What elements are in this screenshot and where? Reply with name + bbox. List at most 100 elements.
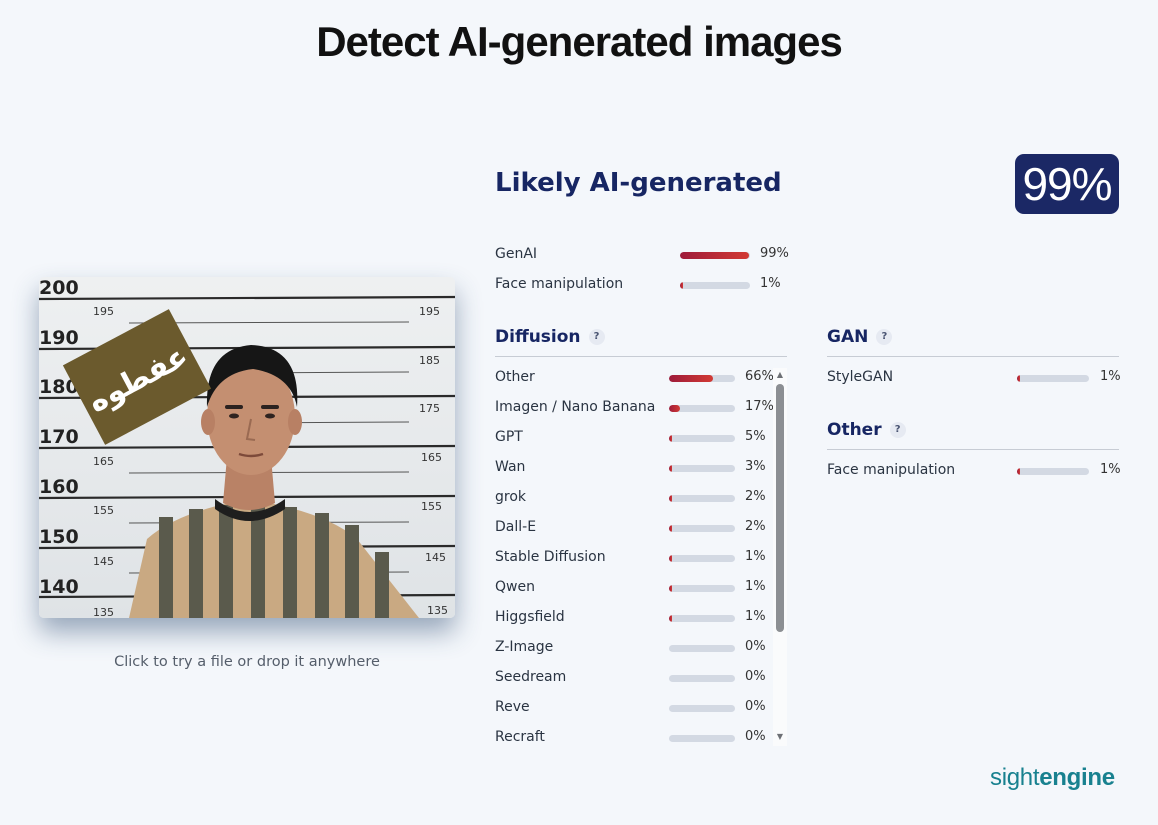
mark-200: 200 bbox=[39, 277, 79, 299]
diffusion-row: Recraft 0% bbox=[495, 729, 773, 749]
summary-row: Face manipulation 1% bbox=[495, 276, 795, 296]
sightengine-logo[interactable]: sightengine bbox=[990, 764, 1115, 792]
diffusion-row: GPT 5% bbox=[495, 429, 773, 449]
diffusion-bar bbox=[669, 705, 735, 712]
mugshot-photo: 200 190 180 170 160 150 140 195 165 155 … bbox=[39, 277, 455, 618]
verdict-title: Likely AI-generated bbox=[495, 168, 782, 198]
diffusion-row: Other 66% bbox=[495, 369, 774, 389]
gan-percent: 1% bbox=[1100, 369, 1121, 384]
gan-help-icon[interactable]: ? bbox=[876, 329, 893, 345]
gan-title: GAN bbox=[827, 327, 869, 347]
diffusion-bar bbox=[669, 375, 735, 382]
diffusion-scrollbar[interactable]: ▲ ▼ bbox=[773, 368, 787, 746]
diffusion-label: Qwen bbox=[495, 579, 535, 595]
other-row: Face manipulation 1% bbox=[827, 462, 1121, 482]
page-title: Detect AI-generated images bbox=[316, 18, 843, 65]
diffusion-bar bbox=[669, 465, 735, 472]
mark-right-165: 165 bbox=[421, 451, 442, 464]
mark-160: 160 bbox=[39, 476, 79, 498]
mark-left-155: 155 bbox=[93, 504, 114, 517]
scroll-thumb[interactable] bbox=[776, 384, 784, 632]
scroll-up-icon[interactable]: ▲ bbox=[773, 368, 787, 382]
diffusion-bar bbox=[669, 585, 735, 592]
diffusion-percent: 0% bbox=[745, 699, 766, 714]
summary-bar bbox=[680, 282, 750, 289]
mark-left-145: 145 bbox=[93, 555, 114, 568]
scroll-down-icon[interactable]: ▼ bbox=[773, 730, 787, 744]
diffusion-bar bbox=[669, 735, 735, 742]
summary-label: GenAI bbox=[495, 246, 538, 262]
diffusion-row: Dall-E 2% bbox=[495, 519, 773, 539]
mark-left-195: 195 bbox=[93, 305, 114, 318]
diffusion-label: Other bbox=[495, 369, 535, 385]
diffusion-bar-fill bbox=[669, 525, 672, 532]
score-badge: 99% bbox=[1015, 154, 1119, 214]
summary-bar bbox=[680, 252, 750, 259]
mark-right-145: 145 bbox=[425, 551, 446, 564]
summary-row: GenAI 99% bbox=[495, 246, 795, 266]
diffusion-bar bbox=[669, 405, 735, 412]
diffusion-percent: 1% bbox=[745, 549, 766, 564]
other-title: Other bbox=[827, 420, 882, 440]
summary-percent: 99% bbox=[760, 246, 789, 261]
diffusion-row: Z-Image 0% bbox=[495, 639, 773, 659]
diffusion-label: Wan bbox=[495, 459, 526, 475]
diffusion-label: Higgsfield bbox=[495, 609, 565, 625]
diffusion-bar-fill bbox=[669, 375, 713, 382]
diffusion-row: grok 2% bbox=[495, 489, 773, 509]
gan-label: StyleGAN bbox=[827, 369, 894, 385]
diffusion-percent: 66% bbox=[745, 369, 774, 384]
diffusion-bar bbox=[669, 525, 735, 532]
diffusion-bar-fill bbox=[669, 405, 681, 412]
diffusion-percent: 0% bbox=[745, 669, 766, 684]
diffusion-row: Imagen / Nano Banana 17% bbox=[495, 399, 774, 419]
diffusion-bar-fill bbox=[669, 585, 672, 592]
uploaded-image-dropzone[interactable]: 200 190 180 170 160 150 140 195 165 155 … bbox=[39, 277, 455, 618]
diffusion-percent: 17% bbox=[745, 399, 774, 414]
diffusion-percent: 0% bbox=[745, 729, 766, 744]
gan-row: StyleGAN 1% bbox=[827, 369, 1121, 389]
diffusion-percent: 0% bbox=[745, 639, 766, 654]
diffusion-bar bbox=[669, 675, 735, 682]
mark-right-155: 155 bbox=[421, 500, 442, 513]
other-divider bbox=[827, 449, 1119, 450]
diffusion-title: Diffusion bbox=[495, 327, 581, 347]
diffusion-label: Imagen / Nano Banana bbox=[495, 399, 656, 415]
diffusion-row: Wan 3% bbox=[495, 459, 773, 479]
other-bar-fill bbox=[1017, 468, 1020, 475]
diffusion-percent: 1% bbox=[745, 579, 766, 594]
diffusion-label: Reve bbox=[495, 699, 530, 715]
summary-bar-fill bbox=[680, 282, 683, 289]
gan-heading: GAN? bbox=[827, 327, 893, 347]
gan-divider bbox=[827, 356, 1119, 357]
mark-190: 190 bbox=[39, 327, 79, 349]
diffusion-percent: 2% bbox=[745, 519, 766, 534]
diffusion-bar bbox=[669, 615, 735, 622]
diffusion-label: GPT bbox=[495, 429, 523, 445]
diffusion-row: Seedream 0% bbox=[495, 669, 773, 689]
diffusion-bar bbox=[669, 495, 735, 502]
other-help-icon[interactable]: ? bbox=[889, 422, 906, 438]
other-heading: Other? bbox=[827, 420, 906, 440]
diffusion-label: Stable Diffusion bbox=[495, 549, 606, 565]
mark-right-185: 185 bbox=[419, 354, 440, 367]
summary-label: Face manipulation bbox=[495, 276, 624, 292]
diffusion-help-icon[interactable]: ? bbox=[588, 329, 605, 345]
other-bar bbox=[1017, 468, 1089, 475]
diffusion-bar bbox=[669, 555, 735, 562]
gan-bar-fill bbox=[1017, 375, 1020, 382]
diffusion-bar-fill bbox=[669, 495, 672, 502]
upload-caption: Click to try a file or drop it anywhere bbox=[114, 654, 380, 670]
mark-left-165: 165 bbox=[93, 455, 114, 468]
diffusion-label: grok bbox=[495, 489, 527, 505]
mark-140: 140 bbox=[39, 576, 79, 598]
diffusion-bar-fill bbox=[669, 435, 673, 442]
diffusion-bar-fill bbox=[669, 465, 672, 472]
mark-right-195: 195 bbox=[419, 305, 440, 318]
summary-percent: 1% bbox=[760, 276, 781, 291]
diffusion-label: Recraft bbox=[495, 729, 545, 745]
mark-left-135: 135 bbox=[93, 606, 114, 618]
diffusion-percent: 2% bbox=[745, 489, 766, 504]
mark-170: 170 bbox=[39, 426, 79, 448]
diffusion-divider bbox=[495, 356, 787, 357]
